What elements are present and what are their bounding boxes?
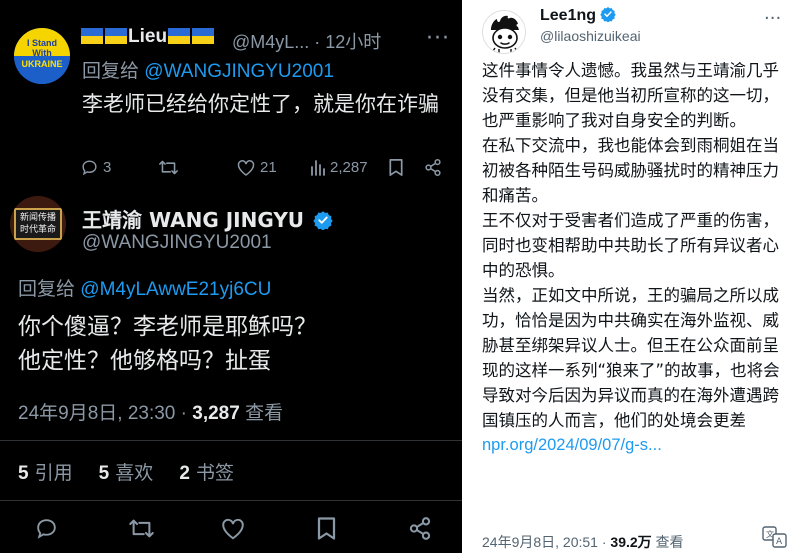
reply-prefix: 回复给	[82, 61, 145, 82]
ukraine-flag-icon	[168, 28, 191, 44]
divider	[0, 440, 462, 441]
tweet2-views-label: 查看	[239, 403, 284, 424]
retweet-icon	[129, 519, 154, 537]
likes-count: 5	[98, 463, 110, 484]
views-button[interactable]: 2,287	[310, 158, 368, 176]
panel-gap	[462, 0, 470, 553]
tweet1-action-bar: 3 21 2,287	[80, 156, 450, 178]
tweet2-timestamp-views: 24年9月8日, 23:30 · 3,287 查看	[18, 398, 283, 425]
tweet2-action-bar	[0, 514, 462, 542]
lee-views-count: 39.2万	[610, 534, 652, 550]
reply-prefix: 回复给	[18, 279, 81, 300]
lee-author-name[interactable]: Lee1ng	[540, 6, 617, 25]
share-icon	[409, 516, 431, 540]
tweet2-date[interactable]: 24年9月8日, 23:30 ·	[18, 403, 192, 424]
likes-label: 喜欢	[109, 462, 154, 484]
translate-icon[interactable]: 文 A	[762, 526, 788, 548]
likes-stat[interactable]: 5 喜欢	[99, 462, 154, 484]
paragraph-4: 当然，正如文中所说，王的骗局之所以成功，恰恰是因为中共确实在海外监视、威胁甚至绑…	[482, 286, 780, 430]
bookmark-icon	[389, 158, 403, 176]
retweet-button[interactable]	[128, 516, 155, 541]
svg-text:A: A	[776, 537, 783, 547]
reply-button[interactable]	[34, 516, 59, 541]
like-button[interactable]	[220, 516, 246, 541]
lee-handle[interactable]: @lilaoshizuikeai	[540, 28, 641, 44]
bookmarks-label: 书签	[189, 462, 234, 484]
reply-icon	[82, 159, 97, 175]
tweet2-author-name[interactable]: 王靖渝 WANG JINGYU	[82, 204, 333, 233]
heart-icon	[237, 159, 255, 176]
ukraine-flag-icon	[81, 28, 103, 44]
cartoon-avatar-icon	[483, 11, 525, 53]
tweet2-handle[interactable]: @WANGJINGYU2001	[82, 232, 272, 254]
more-options-icon[interactable]: ···	[764, 8, 781, 29]
bookmark-icon	[317, 516, 336, 540]
tweet2-body-line2: 他定性？他够格吗？扯蛋	[18, 348, 271, 374]
author-name-text: 王靖渝 WANG JINGYU	[82, 208, 305, 232]
tweet2-body: 你个傻逼？李老师是耶稣吗？ 他定性？他够格吗？扯蛋	[18, 310, 458, 378]
right-tweet: Lee1ng @lilaoshizuikeai ··· 这件事情令人遗憾。我虽然…	[470, 0, 800, 553]
tweet1-body: 李老师已经给你定性了，就是你在诈骗	[82, 92, 439, 116]
reply-icon	[37, 518, 56, 539]
bookmark-button[interactable]	[388, 158, 404, 177]
tweet2-views-count: 3,287	[192, 403, 240, 424]
lee-date[interactable]: 24年9月8日, 20:51 ·	[482, 534, 610, 550]
ukraine-flag-icon	[192, 28, 215, 44]
author-name-text: Lieu	[128, 26, 168, 47]
lee-views-label: 查看	[651, 534, 684, 550]
tweet2-body-line1: 你个傻逼？李老师是耶稣吗？	[18, 314, 317, 340]
share-icon	[425, 158, 441, 176]
tweet2-engagement-stats: 5 引用 5 喜欢 2 书签	[18, 458, 254, 485]
lee-timestamp-views: 24年9月8日, 20:51 · 39.2万 查看	[482, 532, 684, 552]
paragraph-2: 在私下交流中，我也能体会到雨桐姐在当初被各种陌生号码威胁骚扰时的精神压力和痛苦。	[482, 136, 779, 205]
avatar-text-bottom: UKRAINE	[21, 59, 63, 69]
tweet1-author-name[interactable]: Lieu	[80, 26, 215, 48]
share-button[interactable]	[408, 516, 432, 541]
paragraph-3: 王不仅对于受害者们造成了严重的伤害，同时也变相帮助中共助长了所有异议者心中的恐惧…	[482, 211, 779, 280]
left-tweet-thread: I Stand With UKRAINE Lieu @M4yL... · 12小…	[0, 0, 462, 553]
bookmark-button[interactable]	[316, 516, 337, 541]
article-link[interactable]: npr.org/2024/09/07/g-s...	[482, 433, 792, 458]
analytics-icon	[311, 160, 325, 176]
reply-button[interactable]: 3	[80, 158, 111, 177]
heart-icon	[222, 518, 244, 539]
quotes-label: 引用	[28, 462, 73, 484]
author-name-text: Lee1ng	[540, 7, 597, 24]
avatar-wang-jingyu[interactable]: 新闻传播 时代革命	[10, 196, 66, 252]
tweet2-reply-to: 回复给 @M4yLAwwE21yj6CU	[18, 274, 271, 301]
tweet1-handle-time[interactable]: @M4yL... · 12小时	[232, 28, 381, 54]
verified-badge-icon	[313, 211, 333, 231]
tweet1-reply-to: 回复给 @WANGJINGYU2001	[82, 56, 334, 83]
avatar-text-top: I Stand With	[26, 38, 57, 58]
like-count: 21	[260, 158, 277, 176]
share-button[interactable]	[424, 158, 442, 177]
bookmarks-stat[interactable]: 2 书签	[179, 462, 234, 484]
quotes-stat[interactable]: 5 引用	[18, 462, 73, 484]
ukraine-flag-icon	[105, 28, 127, 44]
avatar-lieu[interactable]: I Stand With UKRAINE	[14, 28, 70, 84]
like-button[interactable]: 21	[236, 158, 277, 177]
view-count: 2,287	[330, 158, 368, 176]
reply-mention-link[interactable]: @M4yLAwwE21yj6CU	[80, 279, 271, 300]
avatar-lee1ng[interactable]	[482, 10, 526, 54]
paragraph-1: 这件事情令人遗憾。我虽然与王靖渝几乎没有交集，但是他当初所宣称的这一切，也严重影…	[482, 61, 779, 130]
reply-mention-link[interactable]: @WANGJINGYU2001	[144, 61, 334, 82]
lee-tweet-body: 这件事情令人遗憾。我虽然与王靖渝几乎没有交集，但是他当初所宣称的这一切，也严重影…	[482, 58, 792, 458]
bookmarks-count: 2	[179, 463, 190, 484]
divider	[0, 500, 462, 501]
verified-badge-icon	[600, 7, 617, 23]
more-options-icon[interactable]: ···	[426, 26, 450, 51]
quotes-count: 5	[18, 463, 29, 484]
retweet-icon	[159, 160, 178, 174]
reply-count: 3	[103, 158, 112, 176]
avatar-text: 新闻传播 时代革命	[19, 213, 56, 235]
retweet-button[interactable]	[158, 158, 183, 177]
